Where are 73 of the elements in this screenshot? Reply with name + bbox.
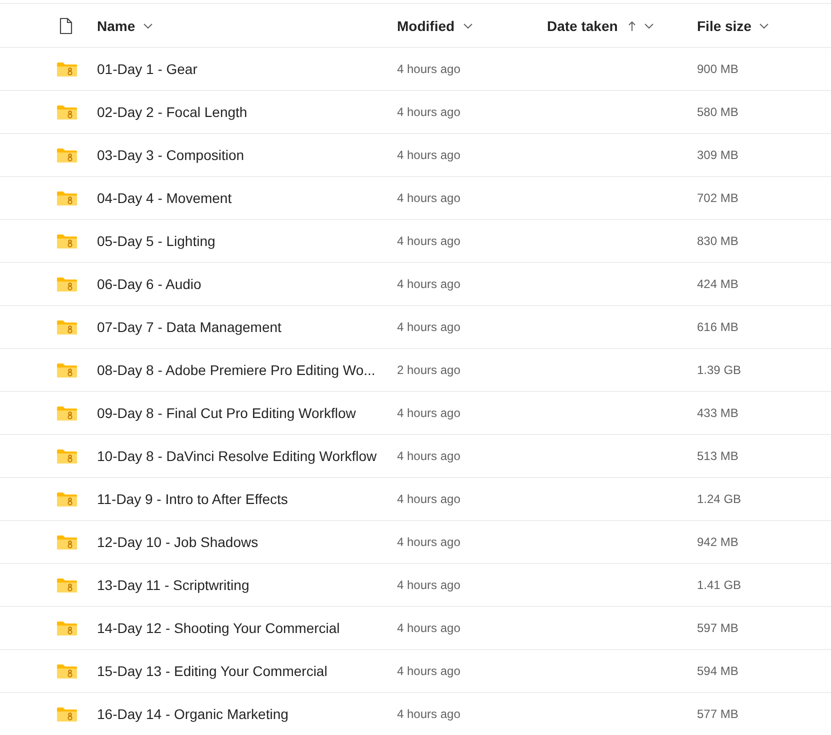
file-name-link[interactable]: 02-Day 2 - Focal Length [97, 104, 397, 120]
shared-folder-icon [57, 534, 77, 550]
modified-time: 4 hours ago [397, 148, 462, 162]
modified-time: 4 hours ago [397, 277, 462, 291]
file-size: 1.39 GB [697, 363, 742, 377]
file-name-link[interactable]: 12-Day 10 - Job Shadows [97, 534, 397, 550]
modified-time: 2 hours ago [397, 363, 462, 377]
file-name-link[interactable]: 05-Day 5 - Lighting [97, 233, 397, 249]
file-name-link[interactable]: 07-Day 7 - Data Management [97, 319, 397, 335]
column-header[interactable]: File size [697, 14, 770, 38]
shared-folder-icon [57, 276, 77, 292]
file-size: 702 MB [697, 191, 740, 205]
shared-folder-icon [57, 491, 77, 507]
file-name-link[interactable]: 14-Day 12 - Shooting Your Commercial [97, 620, 397, 636]
modified-time: 4 hours ago [397, 664, 462, 678]
file-size: 594 MB [697, 664, 740, 678]
file-size: 580 MB [697, 105, 740, 119]
file-size: 900 MB [697, 62, 740, 76]
file-size: 830 MB [697, 234, 740, 248]
shared-folder-icon [57, 319, 77, 335]
file-size: 577 MB [697, 707, 740, 721]
column-header[interactable]: Name [97, 14, 154, 38]
file-name-link[interactable]: 11-Day 9 - Intro to After Effects [97, 491, 397, 507]
file-size: 309 MB [697, 148, 740, 162]
shared-folder-icon [57, 61, 77, 77]
file-size: 616 MB [697, 320, 740, 334]
shared-folder-icon [57, 620, 77, 636]
file-name-link[interactable]: 10-Day 8 - DaVinci Resolve Editing Workflow [97, 448, 397, 464]
shared-folder-icon [57, 233, 77, 249]
modified-time: 4 hours ago [397, 105, 462, 119]
file-type-icon [57, 16, 75, 34]
file-size: 424 MB [697, 277, 740, 291]
modified-time: 4 hours ago [397, 707, 462, 721]
modified-time: 4 hours ago [397, 621, 462, 635]
chevron-down-icon [143, 22, 154, 28]
file-name-link[interactable]: 13-Day 11 - Scriptwriting [97, 577, 397, 593]
file-name-link[interactable]: 03-Day 3 - Composition [97, 147, 397, 163]
chevron-down-icon [462, 22, 473, 28]
modified-time: 4 hours ago [397, 535, 462, 549]
file-size: 942 MB [697, 535, 740, 549]
modified-time: 4 hours ago [397, 234, 462, 248]
modified-time: 4 hours ago [397, 492, 462, 506]
modified-time: 4 hours ago [397, 191, 462, 205]
file-size: 433 MB [697, 406, 740, 420]
file-name-link[interactable]: 15-Day 13 - Editing Your Commercial [97, 663, 397, 679]
chevron-down-icon [759, 22, 770, 28]
shared-folder-icon [57, 362, 77, 378]
file-name-link[interactable]: 06-Day 6 - Audio [97, 276, 397, 292]
column-header[interactable]: Modified [397, 14, 473, 38]
chevron-down-icon [644, 22, 654, 28]
file-size: 513 MB [697, 449, 740, 463]
file-size: 1.41 GB [697, 578, 742, 592]
shared-folder-icon [57, 147, 77, 163]
file-name-link[interactable]: 08-Day 8 - Adobe Premiere Pro Editing Wo... [97, 362, 397, 378]
shared-folder-icon [57, 577, 77, 593]
column-header[interactable]: Date taken [547, 14, 654, 38]
file-name-link[interactable]: 16-Day 14 - Organic Marketing [97, 706, 397, 722]
file-size: 1.24 GB [697, 492, 742, 506]
file-name-link[interactable]: 09-Day 8 - Final Cut Pro Editing Workflow [97, 405, 397, 421]
shared-folder-icon [57, 663, 77, 679]
file-size: 597 MB [697, 621, 740, 635]
file-name-link[interactable]: 04-Day 4 - Movement [97, 190, 397, 206]
modified-time: 4 hours ago [397, 406, 462, 420]
shared-folder-icon [57, 706, 77, 722]
modified-time: 4 hours ago [397, 320, 462, 334]
modified-time: 4 hours ago [397, 578, 462, 592]
shared-folder-icon [57, 104, 77, 120]
modified-time: 4 hours ago [397, 62, 462, 76]
shared-folder-icon [57, 448, 77, 464]
modified-time: 4 hours ago [397, 449, 462, 463]
shared-folder-icon [57, 405, 77, 421]
shared-folder-icon [57, 190, 77, 206]
file-name-link[interactable]: 01-Day 1 - Gear [97, 61, 397, 77]
